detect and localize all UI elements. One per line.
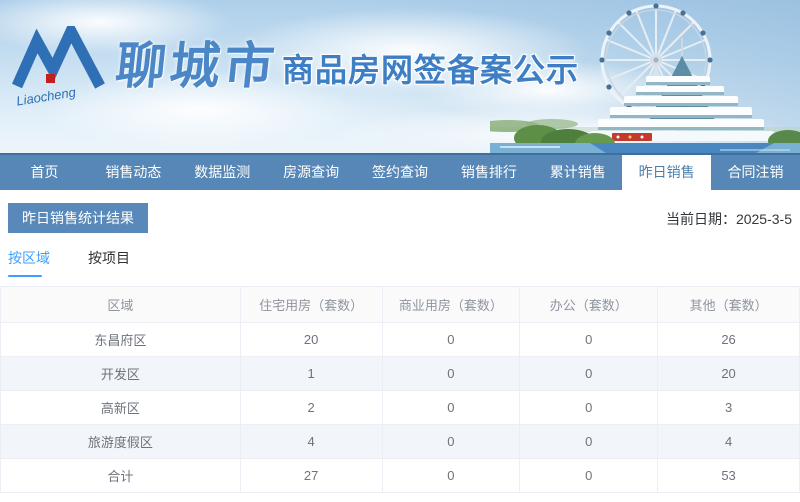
cell-value: 27 xyxy=(239,458,383,493)
tab-by-project[interactable]: 按项目 xyxy=(88,249,130,277)
table-row: 开发区 1 0 0 20 xyxy=(0,356,800,391)
cell-region: 开发区 xyxy=(0,356,241,391)
cell-region: 高新区 xyxy=(0,390,241,425)
col-header-other: 其他（套数） xyxy=(657,286,800,323)
cell-value: 4 xyxy=(657,424,800,459)
cell-value: 4 xyxy=(239,424,383,459)
nav-item-sales-dynamics[interactable]: 销售动态 xyxy=(89,155,178,190)
table-row: 东昌府区 20 0 0 26 xyxy=(0,322,800,357)
site-title: 商品房网签备案公示 xyxy=(282,52,580,88)
brand: Liaocheng 聊城市 商品房网签备案公示 xyxy=(12,26,579,106)
liaocheng-logo: Liaocheng xyxy=(12,26,105,106)
nav-item-total-sales[interactable]: 累计销售 xyxy=(533,155,622,190)
nav-item-contract-cancel[interactable]: 合同注销 xyxy=(711,155,800,190)
cell-value: 1 xyxy=(239,356,383,391)
cell-value: 3 xyxy=(657,390,800,425)
main-content: 昨日销售统计结果 当前日期：2025-3-5 按区域 按项目 区域 住宅用房（套… xyxy=(0,190,800,493)
table-header-row: 区域 住宅用房（套数） 商业用房（套数） 办公（套数） 其他（套数） xyxy=(0,286,800,323)
logo-wordmark: Liaocheng xyxy=(15,84,77,106)
cell-value: 0 xyxy=(381,458,521,493)
tab-by-region[interactable]: 按区域 xyxy=(8,249,50,277)
city-name-calligraphy: 聊城市 xyxy=(113,38,281,94)
table-row: 旅游度假区 4 0 0 4 xyxy=(0,424,800,459)
cell-region: 合计 xyxy=(0,458,241,493)
table-row: 高新区 2 0 0 3 xyxy=(0,390,800,425)
current-date-label: 当前日期：2025-3-5 xyxy=(665,211,792,227)
cell-value: 0 xyxy=(381,322,521,357)
cell-value: 0 xyxy=(381,424,521,459)
cell-value: 0 xyxy=(519,424,659,459)
cell-value: 0 xyxy=(519,458,659,493)
cell-value: 0 xyxy=(519,390,659,425)
cell-value: 0 xyxy=(381,390,521,425)
cell-region: 东昌府区 xyxy=(0,322,241,357)
table-row-total: 合计 27 0 0 53 xyxy=(0,458,800,493)
cell-region: 旅游度假区 xyxy=(0,424,241,459)
section-title-badge: 昨日销售统计结果 xyxy=(8,203,148,233)
cell-value: 0 xyxy=(519,322,659,357)
nav-item-housing-query[interactable]: 房源查询 xyxy=(267,155,356,190)
cell-value: 20 xyxy=(657,356,800,391)
cell-value: 2 xyxy=(239,390,383,425)
cell-value: 53 xyxy=(657,458,800,493)
nav-item-yesterday-sales[interactable]: 昨日销售 xyxy=(622,155,712,190)
cell-value: 0 xyxy=(519,356,659,391)
cell-value: 26 xyxy=(657,322,800,357)
view-tabs: 按区域 按项目 xyxy=(8,249,800,277)
main-nav: 首页 销售动态 数据监测 房源查询 签约查询 销售排行 累计销售 昨日销售 合同… xyxy=(0,153,800,190)
cell-value: 20 xyxy=(239,322,383,357)
col-header-office: 办公（套数） xyxy=(519,286,659,323)
col-header-region: 区域 xyxy=(0,286,241,323)
nav-item-sales-ranking[interactable]: 销售排行 xyxy=(444,155,533,190)
nav-item-data-monitor[interactable]: 数据监测 xyxy=(178,155,267,190)
col-header-residential: 住宅用房（套数） xyxy=(239,286,383,323)
nav-item-home[interactable]: 首页 xyxy=(0,155,89,190)
site-header: Liaocheng 聊城市 商品房网签备案公示 xyxy=(0,0,800,153)
nav-item-signing-query[interactable]: 签约查询 xyxy=(356,155,445,190)
sales-stats-table: 区域 住宅用房（套数） 商业用房（套数） 办公（套数） 其他（套数） 东昌府区 … xyxy=(0,286,800,493)
col-header-commercial: 商业用房（套数） xyxy=(381,286,521,323)
cell-value: 0 xyxy=(381,356,521,391)
